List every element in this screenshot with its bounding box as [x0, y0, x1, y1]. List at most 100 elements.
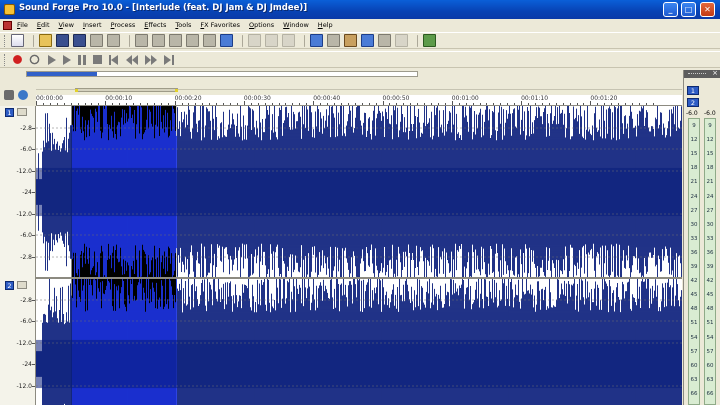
meter-scale-label: 54 [706, 334, 714, 341]
meter-scale-label: 39 [690, 264, 698, 270]
menu-help[interactable]: Help [318, 21, 333, 29]
close-button[interactable]: ✕ [700, 2, 715, 17]
undo-icon[interactable] [248, 34, 261, 47]
scale-tick [32, 235, 35, 236]
new-file-icon[interactable] [11, 34, 24, 47]
ruler-tick [347, 103, 349, 105]
paste-special-icon[interactable] [220, 34, 233, 47]
scale-label: -6.0 [20, 232, 32, 239]
menu-insert[interactable]: Insert [83, 21, 102, 29]
go-to-start-icon[interactable] [109, 54, 119, 65]
loop-icon[interactable] [28, 53, 41, 66]
event-tool-icon[interactable] [361, 34, 374, 47]
toolbar-separator [417, 34, 418, 47]
ruler-tick [548, 103, 550, 105]
copy-icon[interactable] [152, 34, 165, 47]
maximize-button[interactable]: □ [681, 2, 696, 17]
overview-selection[interactable] [74, 88, 179, 92]
menu-file[interactable]: File [17, 21, 28, 29]
mix-icon[interactable] [186, 34, 199, 47]
meter-close-icon[interactable]: × [712, 69, 718, 77]
play-all-icon[interactable] [48, 54, 56, 65]
menu-process[interactable]: Process [111, 21, 136, 29]
stop-icon[interactable] [93, 55, 102, 64]
cut-icon[interactable] [135, 34, 148, 47]
menu-effects[interactable]: Effects [144, 21, 166, 29]
playhead-icon[interactable] [18, 90, 28, 100]
menu-tools[interactable]: Tools [175, 21, 191, 29]
channel-1-badge[interactable]: 1 [5, 108, 14, 117]
refresh-icon[interactable] [423, 34, 436, 47]
meter-scale-label: 21 [690, 179, 698, 186]
redo-icon[interactable] [265, 34, 278, 47]
meter-grip[interactable] [688, 73, 706, 75]
open-folder-icon[interactable] [39, 34, 52, 47]
toolbar-grip[interactable] [4, 34, 7, 47]
save-all-icon[interactable] [73, 34, 86, 47]
record-icon[interactable] [11, 53, 24, 66]
menu-view[interactable]: View [59, 21, 74, 29]
rewind-icon[interactable] [126, 54, 138, 65]
waveform-area[interactable] [36, 106, 682, 405]
meter-channel-1[interactable]: 1 [687, 86, 699, 95]
meter-scale-label: 42 [706, 278, 714, 285]
edit-tool-icon[interactable] [310, 34, 323, 47]
menu-fx-favorites[interactable]: FX Favorites [200, 21, 240, 29]
render-icon[interactable] [90, 34, 103, 47]
meter-scale-label: 9 [708, 123, 712, 129]
ruler-tick [84, 103, 86, 105]
ruler-tick [493, 103, 495, 105]
playback-position-bar[interactable] [26, 71, 418, 77]
ruler-tick [638, 103, 640, 105]
ruler-tick [313, 101, 315, 105]
channel-2-minimize-button[interactable] [17, 281, 27, 289]
window-title: Sound Forge Pro 10.0 - [Interlude (feat.… [19, 3, 308, 13]
meter-scale-label: 48 [706, 306, 714, 313]
meter-scale-label: 66 [706, 390, 714, 397]
marker-tool-icon[interactable] [395, 34, 408, 47]
minimize-button[interactable]: _ [663, 2, 678, 17]
play-icon[interactable] [63, 54, 71, 65]
ruler-tick [36, 101, 37, 105]
time-ruler[interactable]: 00:00:00 00:00:10 00:00:20 00:00:30 00:00:40… [36, 95, 682, 106]
ruler-tick [583, 103, 585, 105]
paste-icon[interactable] [169, 34, 182, 47]
lock-icon[interactable] [4, 90, 14, 100]
ruler-label: 00:00:00 [36, 95, 63, 102]
meter-scale-label: 42 [690, 278, 698, 285]
toolbar-grip[interactable] [4, 53, 7, 66]
ruler-tick [195, 103, 197, 105]
meter-channel-2[interactable]: 2 [687, 98, 699, 107]
pause-icon[interactable] [78, 54, 86, 65]
ruler-tick [368, 103, 370, 105]
channel-1-minimize-button[interactable] [17, 108, 27, 116]
envelope-tool-icon[interactable] [378, 34, 391, 47]
app-icon[interactable] [4, 4, 15, 15]
magnify-tool-icon[interactable] [327, 34, 340, 47]
go-to-end-icon[interactable] [164, 54, 174, 65]
meter-peak-1: -6.0 [686, 110, 698, 117]
repeat-icon[interactable] [282, 34, 295, 47]
scale-tick [32, 149, 35, 150]
meter-scale-label: 24 [706, 193, 714, 200]
level-scale: -2.8 -6.0 -12.0 -24 -12.0 -6.0 -2.8 -2.8 -6.0 -12… [0, 106, 36, 405]
menu-options[interactable]: Options [249, 21, 274, 29]
save-icon[interactable] [56, 34, 69, 47]
ruler-tick [216, 103, 218, 105]
scale-tick [32, 171, 35, 172]
ruler-tick [354, 103, 356, 105]
meter-scale-label: 33 [690, 235, 698, 242]
document-icon[interactable] [3, 20, 12, 30]
waveform-svg[interactable] [36, 106, 682, 405]
menu-edit[interactable]: Edit [37, 21, 50, 29]
ruler-tick [174, 101, 176, 105]
ruler-tick [257, 103, 259, 105]
fast-forward-icon[interactable] [145, 54, 157, 65]
trim-icon[interactable] [203, 34, 216, 47]
ruler-tick [327, 103, 329, 105]
channel-2-badge[interactable]: 2 [5, 281, 14, 290]
pencil-tool-icon[interactable] [344, 34, 357, 47]
print-icon[interactable] [107, 34, 120, 47]
menu-window[interactable]: Window [283, 21, 309, 29]
standard-toolbar [0, 32, 720, 49]
